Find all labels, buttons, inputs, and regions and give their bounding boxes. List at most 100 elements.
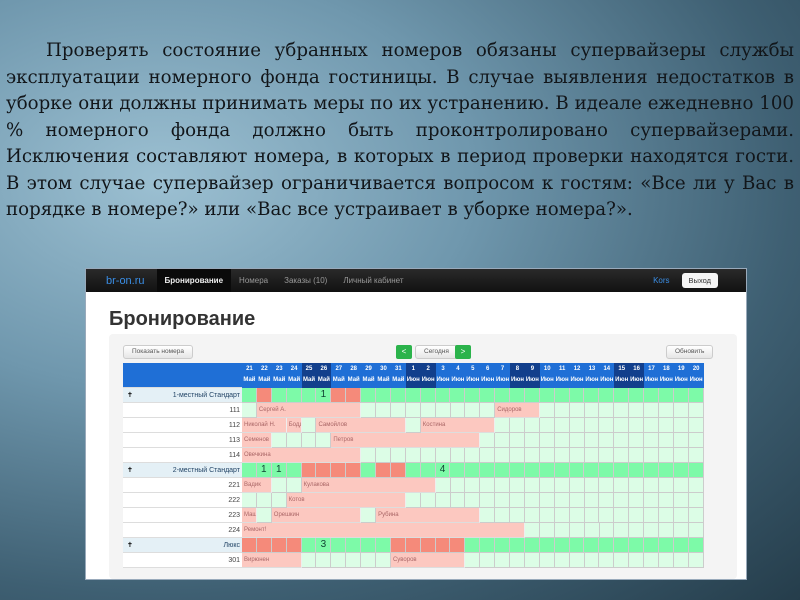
availability-cell[interactable] <box>673 463 689 478</box>
free-cell[interactable] <box>480 508 496 523</box>
free-cell[interactable] <box>495 418 511 433</box>
availability-cell[interactable] <box>614 463 630 478</box>
booking-bar[interactable]: Суворов <box>390 553 466 568</box>
free-cell[interactable] <box>510 418 526 433</box>
free-cell[interactable] <box>361 508 377 523</box>
free-cell[interactable] <box>673 418 689 433</box>
free-cell[interactable] <box>644 418 660 433</box>
availability-cell[interactable] <box>584 538 600 553</box>
availability-cell[interactable] <box>554 538 570 553</box>
free-cell[interactable] <box>554 478 570 493</box>
free-cell[interactable] <box>376 448 391 463</box>
availability-cell[interactable]: 1 <box>256 463 272 478</box>
availability-cell[interactable] <box>420 463 436 478</box>
free-cell[interactable] <box>629 553 645 568</box>
availability-cell[interactable] <box>688 388 704 403</box>
today-button[interactable]: Сегодня <box>415 345 458 359</box>
availability-cell[interactable] <box>524 463 540 478</box>
free-cell[interactable] <box>673 448 689 463</box>
nav-booking[interactable]: Бронирование <box>156 269 232 292</box>
free-cell[interactable] <box>524 448 540 463</box>
free-cell[interactable] <box>465 553 481 568</box>
availability-cell[interactable] <box>658 463 674 478</box>
free-cell[interactable] <box>688 403 704 418</box>
availability-cell[interactable] <box>346 388 362 403</box>
free-cell[interactable] <box>688 433 704 448</box>
free-cell[interactable] <box>584 448 600 463</box>
availability-cell[interactable] <box>688 463 704 478</box>
free-cell[interactable] <box>599 478 615 493</box>
free-cell[interactable] <box>584 478 600 493</box>
availability-cell[interactable] <box>242 538 257 553</box>
availability-cell[interactable] <box>376 463 391 478</box>
free-cell[interactable] <box>569 508 585 523</box>
free-cell[interactable] <box>614 403 630 418</box>
free-cell[interactable] <box>584 508 600 523</box>
free-cell[interactable] <box>525 508 540 523</box>
free-cell[interactable] <box>346 553 362 568</box>
free-cell[interactable] <box>361 448 377 463</box>
availability-cell[interactable] <box>420 538 436 553</box>
availability-cell[interactable] <box>658 538 674 553</box>
free-cell[interactable] <box>688 418 704 433</box>
booking-bar[interactable]: Котов <box>286 493 406 508</box>
free-cell[interactable] <box>539 508 555 523</box>
free-cell[interactable] <box>629 403 645 418</box>
availability-cell[interactable] <box>644 388 659 403</box>
availability-cell[interactable] <box>331 538 347 553</box>
free-cell[interactable] <box>584 493 600 508</box>
free-cell[interactable] <box>405 403 421 418</box>
free-cell[interactable] <box>480 448 496 463</box>
free-cell[interactable] <box>614 433 630 448</box>
free-cell[interactable] <box>569 523 585 538</box>
availability-cell[interactable] <box>524 388 540 403</box>
free-cell[interactable] <box>569 553 585 568</box>
free-cell[interactable] <box>644 433 660 448</box>
free-cell[interactable] <box>390 448 406 463</box>
free-cell[interactable] <box>614 418 630 433</box>
free-cell[interactable] <box>465 478 481 493</box>
availability-cell[interactable] <box>435 538 451 553</box>
free-cell[interactable] <box>435 448 451 463</box>
availability-cell[interactable] <box>495 538 511 553</box>
user-link[interactable]: Kors <box>653 276 669 285</box>
availability-cell[interactable] <box>361 388 377 403</box>
availability-cell[interactable] <box>480 388 496 403</box>
free-cell[interactable] <box>301 433 317 448</box>
free-cell[interactable] <box>525 433 540 448</box>
free-cell[interactable] <box>688 523 704 538</box>
free-cell[interactable] <box>673 403 689 418</box>
free-cell[interactable] <box>465 403 481 418</box>
availability-cell[interactable] <box>331 388 347 403</box>
free-cell[interactable] <box>644 523 660 538</box>
booking-bar[interactable]: Петров <box>331 433 481 448</box>
free-cell[interactable] <box>599 523 615 538</box>
free-cell[interactable] <box>584 523 600 538</box>
free-cell[interactable] <box>450 403 466 418</box>
availability-cell[interactable] <box>405 538 421 553</box>
free-cell[interactable] <box>659 403 674 418</box>
availability-cell[interactable] <box>510 388 525 403</box>
free-cell[interactable] <box>673 553 689 568</box>
free-cell[interactable] <box>539 478 555 493</box>
free-cell[interactable] <box>644 478 660 493</box>
free-cell[interactable] <box>242 493 257 508</box>
free-cell[interactable] <box>629 418 645 433</box>
free-cell[interactable] <box>614 448 630 463</box>
refresh-button[interactable]: Обновить <box>666 345 714 359</box>
availability-cell[interactable] <box>599 388 615 403</box>
free-cell[interactable] <box>510 478 526 493</box>
availability-cell[interactable] <box>673 538 689 553</box>
free-cell[interactable] <box>539 448 555 463</box>
free-cell[interactable] <box>569 493 585 508</box>
availability-cell[interactable] <box>331 463 347 478</box>
free-cell[interactable] <box>480 553 496 568</box>
availability-cell[interactable] <box>346 538 362 553</box>
availability-cell[interactable] <box>480 538 496 553</box>
free-cell[interactable] <box>688 508 704 523</box>
availability-cell[interactable] <box>286 538 302 553</box>
free-cell[interactable] <box>539 553 555 568</box>
category-label[interactable]: ✝ 1-местный Стандарт <box>123 388 242 403</box>
free-cell[interactable] <box>584 403 600 418</box>
free-cell[interactable] <box>599 403 615 418</box>
